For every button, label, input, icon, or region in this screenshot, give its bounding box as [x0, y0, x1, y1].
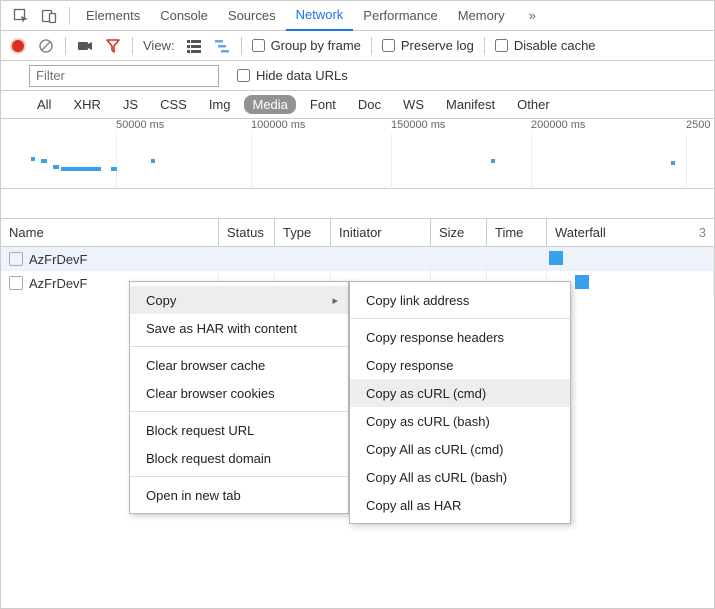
tab-performance[interactable]: Performance — [353, 1, 447, 31]
column-time[interactable]: Time — [487, 219, 547, 246]
table-row[interactable]: AzFrDevF — [1, 247, 714, 271]
file-icon — [9, 276, 23, 290]
ctx-copy[interactable]: Copy — [130, 286, 348, 314]
group-by-frame-checkbox[interactable]: Group by frame — [252, 38, 361, 53]
preserve-log-input[interactable] — [382, 39, 395, 52]
type-manifest[interactable]: Manifest — [438, 95, 503, 114]
timeline-overview[interactable]: 50000 ms 100000 ms 150000 ms 200000 ms 2… — [1, 119, 714, 189]
disable-cache-checkbox[interactable]: Disable cache — [495, 38, 596, 53]
context-submenu-copy: Copy link address Copy response headers … — [349, 281, 571, 524]
type-js[interactable]: JS — [115, 95, 146, 114]
ctx-copy-curl-cmd[interactable]: Copy as cURL (cmd) — [350, 379, 570, 407]
divider — [371, 37, 372, 55]
ctx-clear-cookies[interactable]: Clear browser cookies — [130, 379, 348, 407]
divider — [484, 37, 485, 55]
file-name: AzFrDevF — [29, 252, 88, 267]
tab-console[interactable]: Console — [150, 1, 218, 31]
view-label: View: — [143, 38, 175, 53]
type-css[interactable]: CSS — [152, 95, 195, 114]
tabs-overflow-icon[interactable]: » — [519, 1, 546, 31]
timeline-tick: 2500 — [686, 119, 710, 131]
divider — [132, 37, 133, 55]
column-type[interactable]: Type — [275, 219, 331, 246]
type-img[interactable]: Img — [201, 95, 239, 114]
ctx-clear-cache[interactable]: Clear browser cache — [130, 351, 348, 379]
camera-icon[interactable] — [76, 37, 94, 55]
disable-cache-input[interactable] — [495, 39, 508, 52]
tab-elements[interactable]: Elements — [76, 1, 150, 31]
column-status[interactable]: Status — [219, 219, 275, 246]
resource-type-filter: All XHR JS CSS Img Media Font Doc WS Man… — [1, 91, 714, 119]
record-icon[interactable] — [9, 37, 27, 55]
waterfall-bar — [549, 251, 563, 265]
ctx-save-har[interactable]: Save as HAR with content — [130, 314, 348, 342]
timeline-tick: 50000 ms — [116, 119, 164, 131]
filter-input[interactable] — [29, 65, 219, 87]
ctx-copy-headers[interactable]: Copy response headers — [350, 323, 570, 351]
request-table-header: Name Status Type Initiator Size Time Wat… — [1, 219, 714, 247]
type-other[interactable]: Other — [509, 95, 558, 114]
ctx-copy-response[interactable]: Copy response — [350, 351, 570, 379]
hide-data-urls-checkbox[interactable]: Hide data URLs — [237, 68, 348, 83]
spacer — [1, 189, 714, 219]
group-by-frame-input[interactable] — [252, 39, 265, 52]
column-waterfall[interactable]: Waterfall3 — [547, 219, 714, 246]
network-toolbar: View: Group by frame Preserve log Disabl… — [1, 31, 714, 61]
type-all[interactable]: All — [29, 95, 59, 114]
divider — [65, 37, 66, 55]
clear-icon[interactable] — [37, 37, 55, 55]
ctx-block-domain[interactable]: Block request domain — [130, 444, 348, 472]
hide-data-urls-input[interactable] — [237, 69, 250, 82]
column-initiator[interactable]: Initiator — [331, 219, 431, 246]
view-list-icon[interactable] — [185, 37, 203, 55]
divider — [130, 476, 348, 477]
timeline-marks — [1, 139, 714, 188]
tab-memory[interactable]: Memory — [448, 1, 515, 31]
waterfall-bar — [575, 275, 589, 289]
ctx-copy-all-curl-bash[interactable]: Copy All as cURL (bash) — [350, 463, 570, 491]
column-name[interactable]: Name — [1, 219, 219, 246]
column-size[interactable]: Size — [431, 219, 487, 246]
ctx-block-url[interactable]: Block request URL — [130, 416, 348, 444]
divider — [130, 346, 348, 347]
ctx-copy-link[interactable]: Copy link address — [350, 286, 570, 314]
divider — [130, 411, 348, 412]
divider — [350, 318, 570, 319]
view-waterfall-icon[interactable] — [213, 37, 231, 55]
ctx-copy-all-curl-cmd[interactable]: Copy All as cURL (cmd) — [350, 435, 570, 463]
type-ws[interactable]: WS — [395, 95, 432, 114]
timeline-tick: 100000 ms — [251, 119, 305, 131]
network-filterbar: Hide data URLs — [1, 61, 714, 91]
tab-sources[interactable]: Sources — [218, 1, 286, 31]
timeline-tick: 150000 ms — [391, 119, 445, 131]
type-media[interactable]: Media — [244, 95, 295, 114]
ctx-copy-curl-bash[interactable]: Copy as cURL (bash) — [350, 407, 570, 435]
divider — [241, 37, 242, 55]
devtools-tabbar: Elements Console Sources Network Perform… — [1, 1, 714, 31]
filter-icon[interactable] — [104, 37, 122, 55]
ctx-open-new-tab[interactable]: Open in new tab — [130, 481, 348, 509]
device-toggle-icon[interactable] — [35, 2, 63, 30]
type-font[interactable]: Font — [302, 95, 344, 114]
tab-network[interactable]: Network — [286, 1, 354, 31]
divider — [69, 7, 70, 25]
preserve-log-checkbox[interactable]: Preserve log — [382, 38, 474, 53]
inspect-icon[interactable] — [7, 2, 35, 30]
timeline-tick: 200000 ms — [531, 119, 585, 131]
file-icon — [9, 252, 23, 266]
context-menu: Copy Save as HAR with content Clear brow… — [129, 281, 349, 514]
type-xhr[interactable]: XHR — [65, 95, 108, 114]
file-name: AzFrDevF — [29, 276, 88, 291]
ctx-copy-all-har[interactable]: Copy all as HAR — [350, 491, 570, 519]
type-doc[interactable]: Doc — [350, 95, 389, 114]
